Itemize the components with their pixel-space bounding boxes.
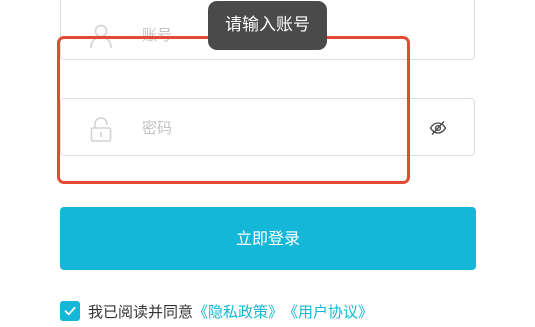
agreement-row: 我已阅读并同意 《隐私政策》 《用户协议》 [60, 300, 373, 322]
login-button[interactable]: 立即登录 [60, 207, 476, 270]
agreement-text: 我已阅读并同意 [88, 302, 194, 321]
tooltip: 请输入账号 [208, 1, 327, 50]
login-form: 请输入账号 立即登录 我已阅读并同意 《隐私政策》 《用户协议》 [0, 0, 535, 327]
highlight-box [57, 36, 410, 184]
user-agreement-link[interactable]: 《用户协议》 [283, 301, 373, 322]
privacy-policy-link[interactable]: 《隐私政策》 [193, 301, 283, 322]
check-icon [64, 306, 76, 316]
eye-slash-icon[interactable] [429, 119, 447, 137]
agreement-checkbox[interactable] [60, 301, 80, 321]
